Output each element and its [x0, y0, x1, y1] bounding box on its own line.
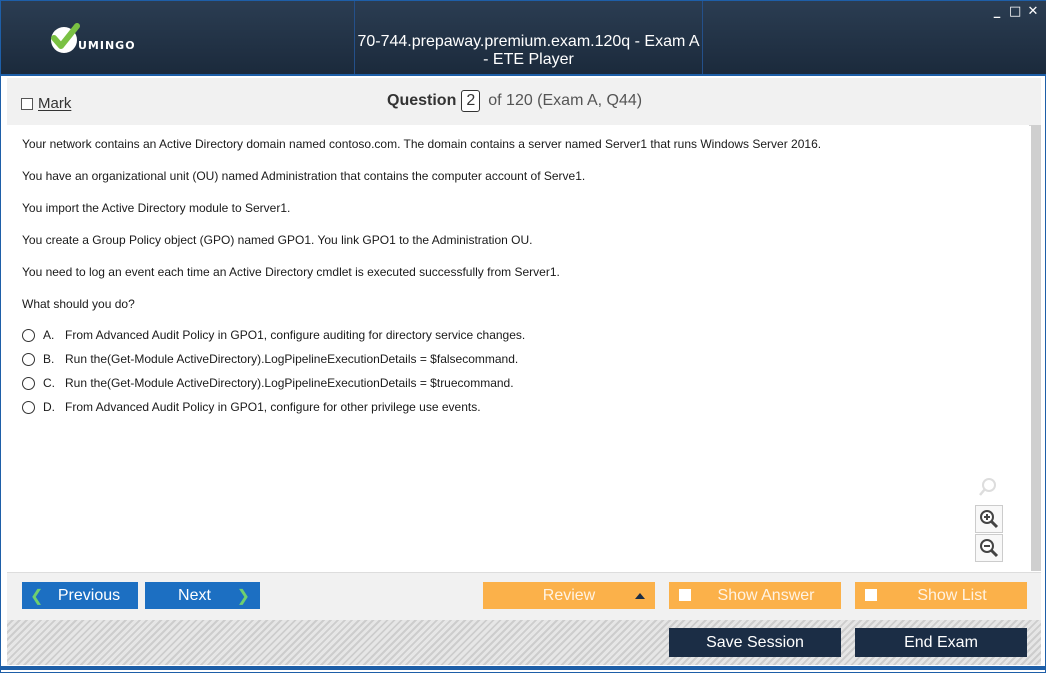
close-button[interactable]: ✕ — [1027, 5, 1039, 18]
mark-checkbox[interactable]: Mark — [21, 95, 71, 112]
app-window: UMINGO 70-744.prepaway.premium.exam.120q… — [0, 0, 1046, 673]
option-letter: B. — [43, 352, 55, 366]
show-answer-label: Show Answer — [717, 586, 815, 604]
review-button[interactable]: Review — [483, 582, 655, 609]
chevron-left-icon: ❮ — [30, 587, 44, 605]
next-button[interactable]: Next ❯ — [145, 582, 260, 609]
option-text: From Advanced Audit Policy in GPO1, conf… — [65, 328, 526, 342]
answer-option-d[interactable]: D. From Advanced Audit Policy in GPO1, c… — [22, 400, 481, 414]
answer-option-b[interactable]: B. Run the(Get-Module ActiveDirectory).L… — [22, 352, 518, 366]
maximize-button[interactable]: □ — [1009, 5, 1021, 18]
zoom-in-icon[interactable] — [975, 505, 1003, 533]
previous-label: Previous — [57, 586, 121, 604]
navigation-bar: ❮ Previous Next ❯ Review Show Answer Sho… — [7, 572, 1041, 620]
question-label: Question — [387, 92, 457, 109]
option-text: From Advanced Audit Policy in GPO1, conf… — [65, 400, 481, 414]
header-divider — [702, 1, 703, 74]
search-icon[interactable] — [975, 474, 1001, 500]
chevron-right-icon: ❯ — [236, 587, 250, 605]
logo-text: UMINGO — [78, 38, 136, 52]
radio-button[interactable] — [22, 400, 35, 414]
option-letter: A. — [43, 328, 55, 342]
end-exam-button[interactable]: End Exam — [855, 628, 1027, 657]
review-label: Review — [542, 586, 596, 604]
minimize-button[interactable]: _ — [991, 5, 1003, 18]
question-indicator: Question 2 of 120 (Exam A, Q44) — [387, 90, 642, 112]
checkbox-icon — [865, 589, 877, 601]
title-bar: UMINGO 70-744.prepaway.premium.exam.120q… — [1, 1, 1046, 76]
vumingo-logo: UMINGO — [51, 23, 136, 53]
question-paragraph: Your network contains an Active Director… — [22, 137, 822, 151]
question-number-input[interactable]: 2 — [461, 90, 481, 112]
checkbox-icon[interactable] — [21, 97, 33, 110]
bottom-border — [1, 666, 1046, 670]
option-text: Run the(Get-Module ActiveDirectory).LogP… — [65, 376, 514, 390]
mark-label: Mark — [38, 95, 72, 112]
option-text: Run the(Get-Module ActiveDirectory).LogP… — [65, 352, 519, 366]
question-paragraph: You need to log an event each time an Ac… — [22, 265, 560, 279]
question-prompt: What should you do? — [22, 297, 135, 311]
option-letter: D. — [43, 400, 55, 414]
radio-button[interactable] — [22, 352, 35, 366]
show-list-label: Show List — [917, 586, 987, 604]
question-paragraph: You have an organizational unit (OU) nam… — [22, 169, 586, 183]
window-controls: _ □ ✕ — [991, 5, 1039, 18]
checkmark-logo-icon — [51, 23, 80, 53]
question-total: of 120 (Exam A, Q44) — [488, 92, 643, 109]
question-bar: Mark Question 2 of 120 (Exam A, Q44) — [7, 78, 1041, 126]
radio-button[interactable] — [22, 328, 35, 342]
previous-button[interactable]: ❮ Previous — [22, 582, 138, 609]
show-answer-button[interactable]: Show Answer — [669, 582, 841, 609]
radio-button[interactable] — [22, 376, 35, 390]
save-session-label: Save Session — [706, 633, 804, 651]
answer-option-c[interactable]: C. Run the(Get-Module ActiveDirectory).L… — [22, 376, 514, 390]
caret-up-icon — [635, 593, 645, 599]
question-paragraph: You import the Active Directory module t… — [22, 201, 291, 215]
window-title: 70-744.prepaway.premium.exam.120q - Exam… — [357, 33, 700, 68]
checkbox-icon — [679, 589, 691, 601]
header-divider — [354, 1, 355, 74]
vertical-scrollbar[interactable] — [1031, 125, 1041, 571]
next-label: Next — [178, 586, 211, 604]
option-letter: C. — [43, 376, 55, 390]
question-content: Your network contains an Active Director… — [7, 125, 1029, 571]
show-list-button[interactable]: Show List — [855, 582, 1027, 609]
end-exam-label: End Exam — [904, 633, 978, 651]
answer-option-a[interactable]: A. From Advanced Audit Policy in GPO1, c… — [22, 328, 525, 342]
question-paragraph: You create a Group Policy object (GPO) n… — [22, 233, 533, 247]
save-session-button[interactable]: Save Session — [669, 628, 841, 657]
zoom-out-icon[interactable] — [975, 534, 1003, 562]
footer-bar: Save Session End Exam — [7, 620, 1041, 665]
